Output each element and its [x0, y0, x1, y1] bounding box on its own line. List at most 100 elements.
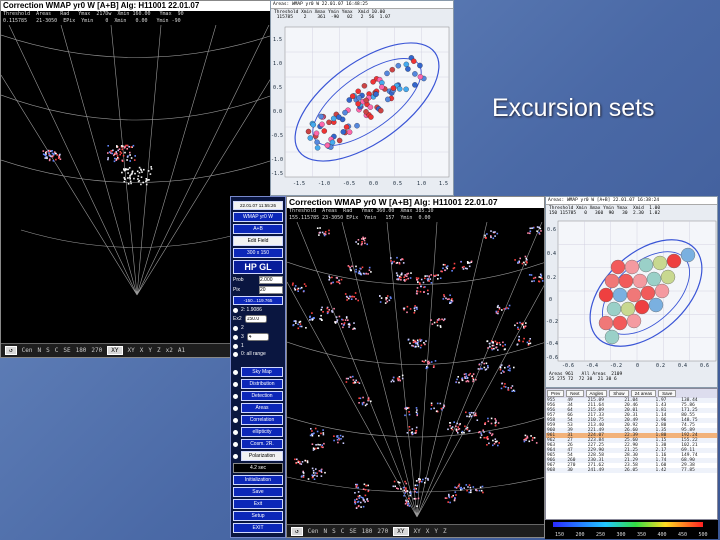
detection-button[interactable]: Detection	[241, 391, 283, 401]
menu-ellipticity[interactable]: ellipticity	[233, 427, 283, 437]
radio-icon[interactable]	[233, 351, 238, 357]
option-row-1[interactable]: Ex2	[233, 315, 283, 323]
sky-pixel	[406, 311, 408, 314]
table-row[interactable]: 968 30 241.49 26.05 1.42 77.85	[546, 468, 717, 473]
prob-input[interactable]	[259, 276, 283, 284]
radio-icon[interactable]	[233, 405, 238, 411]
sky-pixel	[320, 432, 322, 435]
refresh-button[interactable]: ↺	[5, 346, 17, 355]
option-row-5[interactable]: 0: all range	[233, 351, 283, 357]
pix-input[interactable]	[259, 286, 283, 294]
sky-pixel	[407, 277, 409, 280]
next-button[interactable]: Next	[566, 390, 584, 397]
option-row-3[interactable]: 3	[233, 333, 283, 341]
status-a1[interactable]: A1	[178, 347, 185, 354]
areas-checkbox[interactable]: 24 areas	[630, 390, 657, 397]
scatter-plot-1[interactable]	[271, 23, 454, 196]
option-input-1[interactable]	[244, 315, 267, 323]
status-z[interactable]: Z	[157, 347, 161, 354]
sky-pixel	[311, 430, 313, 432]
s2-xy2[interactable]: XY	[414, 528, 421, 535]
menu-detection[interactable]: Detection	[233, 391, 283, 401]
save-table-button[interactable]: Save	[658, 390, 677, 397]
status-n[interactable]: N	[37, 347, 41, 354]
menu-distribution[interactable]: Distribution	[233, 379, 283, 389]
radio-icon[interactable]	[233, 393, 238, 399]
radio-icon[interactable]	[233, 334, 238, 340]
radio-icon[interactable]	[233, 307, 238, 313]
distribution-button[interactable]: Distribution	[241, 379, 283, 389]
s2-y[interactable]: Y	[434, 528, 438, 535]
hp-gl-button[interactable]: HP GL	[233, 260, 283, 274]
option-row-2[interactable]: 2	[233, 325, 283, 331]
angles-button[interactable]: Angles	[585, 390, 608, 397]
s2-c[interactable]: C	[341, 528, 345, 535]
status-cen[interactable]: Cen	[22, 347, 33, 354]
option-row-0[interactable]: 2: 1.9086	[233, 307, 283, 313]
status-xy2[interactable]: XY	[128, 347, 135, 354]
status-y[interactable]: Y	[148, 347, 152, 354]
radio-icon[interactable]	[233, 417, 238, 423]
exit-button[interactable]: EXIT	[233, 523, 283, 533]
edit-field-button[interactable]: Edit Field	[233, 236, 283, 246]
save-button[interactable]: Save	[233, 487, 283, 497]
sky-pixel	[468, 491, 471, 494]
areas-button[interactable]: Areas	[241, 403, 283, 413]
option-input-3[interactable]	[246, 333, 269, 341]
prev-button[interactable]: Prev	[547, 390, 565, 397]
radio-icon[interactable]	[233, 381, 238, 387]
s2-180[interactable]: 180	[362, 528, 373, 535]
radio-icon[interactable]	[233, 441, 238, 447]
s2-x[interactable]: X	[426, 528, 430, 535]
colorbar-tick: 450	[678, 532, 687, 538]
status-c[interactable]: C	[55, 347, 59, 354]
sky-pixel	[348, 266, 351, 268]
status-x2[interactable]: x2	[166, 347, 173, 354]
initialization-button[interactable]: Initialization	[233, 475, 283, 485]
sky-pixel	[436, 324, 439, 327]
status-xy[interactable]: XY	[107, 346, 123, 355]
sky-pixel	[416, 505, 418, 507]
sky-pixel	[457, 426, 459, 428]
status-180[interactable]: 180	[76, 347, 87, 354]
radio-icon[interactable]	[233, 325, 238, 331]
exit-small-button[interactable]: Exit	[233, 499, 283, 509]
correlation-button[interactable]: Correlation	[241, 415, 283, 425]
radio-icon[interactable]	[233, 429, 238, 435]
sky-map-button[interactable]: Sky Map	[241, 367, 283, 377]
menu-sky-map[interactable]: Sky Map	[233, 367, 283, 377]
s2-z[interactable]: Z	[443, 528, 447, 535]
menu-areas[interactable]: Areas	[233, 403, 283, 413]
sky-map-2[interactable]	[287, 222, 545, 526]
sky-pixel	[309, 316, 311, 319]
status-x[interactable]: X	[140, 347, 144, 354]
status-se[interactable]: SE	[63, 347, 70, 354]
scatter-plot-window-1: Areas: WMAP yr0 W 22.01.07 16:48:25 Thre…	[270, 0, 454, 196]
polarization-button[interactable]: Polarization	[241, 451, 283, 461]
menu-correlation[interactable]: Correlation	[233, 415, 283, 425]
sky-pixel	[133, 177, 135, 180]
sky-pixel	[312, 317, 315, 319]
s2-s[interactable]: S	[332, 528, 336, 535]
radio-icon[interactable]	[233, 343, 238, 349]
scatter-plot-2[interactable]	[546, 219, 718, 369]
s2-xy[interactable]: XY	[393, 526, 409, 536]
menu-cosm[interactable]: Cosm. 2R.	[233, 439, 283, 449]
radio-icon[interactable]	[233, 453, 238, 459]
option-row-4[interactable]: 1	[233, 343, 283, 349]
scatter-point	[307, 135, 314, 141]
radio-icon[interactable]	[233, 369, 238, 375]
status-270[interactable]: 270	[91, 347, 102, 354]
setup-button[interactable]: Setup	[233, 511, 283, 521]
s2-se[interactable]: SE	[349, 528, 356, 535]
s2-cen[interactable]: Cen	[308, 528, 319, 535]
s2-270[interactable]: 270	[377, 528, 388, 535]
status-s[interactable]: S	[46, 347, 50, 354]
s2-n[interactable]: N	[323, 528, 327, 535]
menu-polarization[interactable]: Polarization	[233, 451, 283, 461]
cosm-button[interactable]: Cosm. 2R.	[241, 439, 283, 449]
refresh-button-2[interactable]: ↺	[291, 526, 303, 536]
sky-pixel	[138, 166, 141, 169]
show-button[interactable]: Show	[609, 390, 629, 397]
ellipticity-button[interactable]: ellipticity	[241, 427, 283, 437]
